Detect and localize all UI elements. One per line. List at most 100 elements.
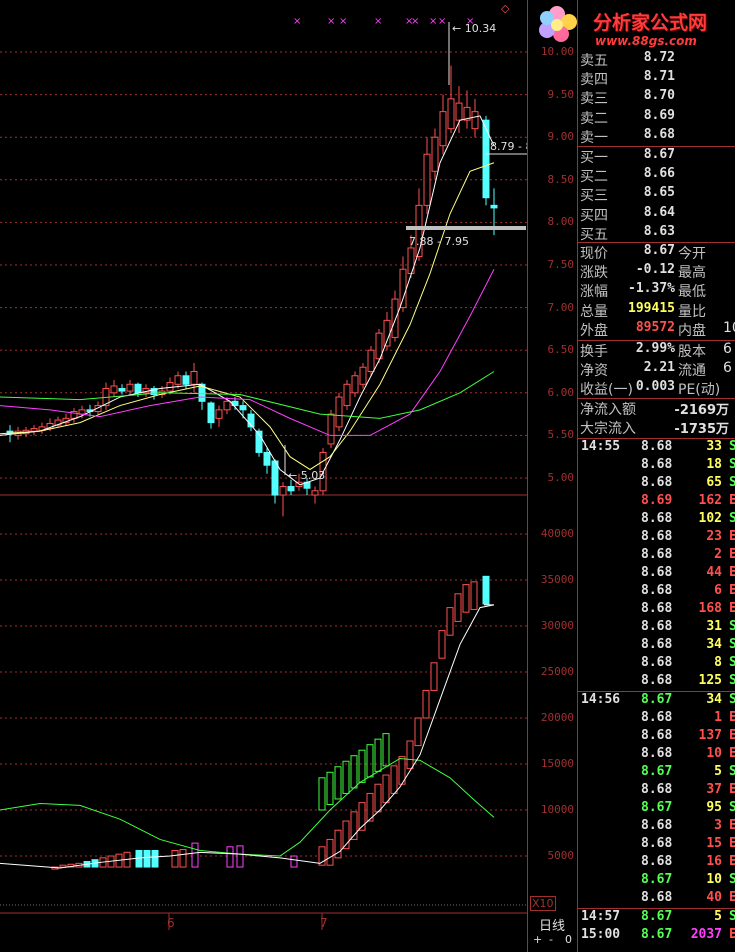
tick-volume: 6 xyxy=(714,583,722,598)
quote-label: 今开 xyxy=(678,246,706,262)
tick-volume: 125 xyxy=(698,673,722,688)
candle-body xyxy=(431,136,439,172)
tick-volume: 1 xyxy=(714,710,722,725)
price-axis-label: 9.00 xyxy=(547,130,575,144)
indicator-green-bar xyxy=(382,733,390,767)
tick-price: 8.68 xyxy=(641,836,673,851)
tick-row: 8.69 162 E xyxy=(578,493,735,511)
tick-price: 8.68 xyxy=(641,511,673,526)
tick-row: 8.68 125 S xyxy=(578,673,735,691)
tick-price: 8.68 xyxy=(641,547,673,562)
tick-volume: 137 xyxy=(698,728,722,743)
indicator-bar xyxy=(151,849,159,868)
order-label: 买三 xyxy=(580,188,608,205)
candle-body xyxy=(263,451,271,466)
candle-body xyxy=(190,371,198,385)
date-label: 7 xyxy=(320,916,328,930)
zoom-in-button[interactable]: + xyxy=(533,933,542,946)
candle-body xyxy=(335,396,343,428)
tick-side: E xyxy=(729,927,735,942)
tick-volume: 34 xyxy=(706,692,722,707)
tick-side: S xyxy=(729,457,735,472)
tick-price: 8.67 xyxy=(641,909,673,924)
tick-row: 15:00 8.67 2037 E xyxy=(578,927,735,945)
candle-body xyxy=(423,153,431,206)
indicator-green-bar xyxy=(342,760,350,794)
order-label: 买二 xyxy=(580,169,608,186)
tick-row: 8.68 16 E xyxy=(578,854,735,872)
tick-side: E xyxy=(729,854,735,869)
tick-price: 8.68 xyxy=(641,746,673,761)
quote-value2: 6 xyxy=(723,360,732,377)
quote-label: 最高 xyxy=(678,265,706,282)
zoom-out-button[interactable]: - xyxy=(549,933,553,946)
tick-side: S xyxy=(729,439,735,454)
tick-volume: 2 xyxy=(714,547,722,562)
period-label[interactable]: 日线 xyxy=(539,915,565,934)
indicator-bar xyxy=(374,783,382,813)
tick-volume: 37 xyxy=(706,782,722,797)
indicator-bar xyxy=(179,849,187,868)
tick-row: 14:55 8.68 33 S xyxy=(578,439,735,457)
tick-price: 8.68 xyxy=(641,728,673,743)
indicator-bar xyxy=(462,584,470,613)
quote-label: 收益(一) xyxy=(580,382,633,399)
indicator-bar xyxy=(171,849,179,868)
tick-price: 8.68 xyxy=(641,854,673,869)
kline-chart-svg[interactable]: 6 7× × × × ×× × × ×← 10.34← 5.037.88 - 7.958.79 … xyxy=(0,0,527,952)
tick-row: 8.67 5 S xyxy=(578,764,735,782)
tick-side: S xyxy=(729,872,735,887)
candle-body xyxy=(271,460,279,496)
candle-body xyxy=(415,204,423,257)
tick-row: 14:56 8.67 34 S xyxy=(578,692,735,710)
quote-label: 净资 xyxy=(580,363,608,380)
reset-button[interactable]: 0 xyxy=(565,933,572,946)
volume-axis-label: 35000 xyxy=(540,573,574,586)
candle-body xyxy=(118,388,126,392)
tick-volume: 5 xyxy=(714,764,722,779)
price-axis-label: 7.00 xyxy=(547,300,575,314)
tick-time: 15:00 xyxy=(581,927,621,942)
tick-price: 8.68 xyxy=(641,818,673,833)
tick-side: S xyxy=(729,764,735,779)
order-price: 8.63 xyxy=(643,223,675,239)
kline-chart-area[interactable]: 6 7 × × × × × × × × × ← 10.34 ← 5.03 7.88 - 7.95 8.79 … xyxy=(0,0,527,952)
flow-row: 大宗流入 -1735万 xyxy=(578,418,735,437)
tick-side: E xyxy=(729,565,735,580)
order-book-buy-row: 买一 8.67 xyxy=(578,147,735,166)
tick-price: 8.68 xyxy=(641,619,673,634)
tick-volume: 10 xyxy=(706,746,722,761)
candle-body xyxy=(471,111,479,130)
order-book-sell-row: 卖四 8.71 xyxy=(578,69,735,88)
tick-price: 8.68 xyxy=(641,890,673,905)
candle-body xyxy=(287,486,295,492)
tick-price: 8.68 xyxy=(641,673,673,688)
candle-body xyxy=(367,349,375,373)
tick-row: 8.68 3 E xyxy=(578,818,735,836)
indicator-bar xyxy=(236,845,244,868)
tick-row: 8.68 10 E xyxy=(578,746,735,764)
order-label: 买五 xyxy=(580,226,608,243)
indicator-green-bar xyxy=(366,744,374,778)
indicator-green-bar xyxy=(318,777,326,811)
quote-value2: 6 xyxy=(723,341,732,357)
price-axis-label: 5.00 xyxy=(547,471,575,484)
candle-body xyxy=(215,409,223,419)
quote-label: 现价 xyxy=(580,246,608,262)
indicator-green-bar xyxy=(334,766,342,800)
indicator-bar xyxy=(290,855,298,868)
indicator-green-bar xyxy=(374,738,382,772)
tick-side: E xyxy=(729,746,735,761)
tick-row: 8.67 95 S xyxy=(578,800,735,818)
tick-side: E xyxy=(729,818,735,833)
indicator-green-bar xyxy=(350,755,358,789)
tick-volume: 33 xyxy=(706,439,722,454)
tick-volume: 65 xyxy=(706,475,722,490)
candle-body xyxy=(455,102,463,121)
quote-row: 现价 8.67 今开 xyxy=(578,243,735,262)
tick-price: 8.68 xyxy=(641,583,673,598)
price-axis-label: 5.50 xyxy=(547,428,575,442)
tick-price: 8.68 xyxy=(641,710,673,725)
candle-body xyxy=(327,413,335,445)
tick-row: 8.68 40 E xyxy=(578,890,735,908)
